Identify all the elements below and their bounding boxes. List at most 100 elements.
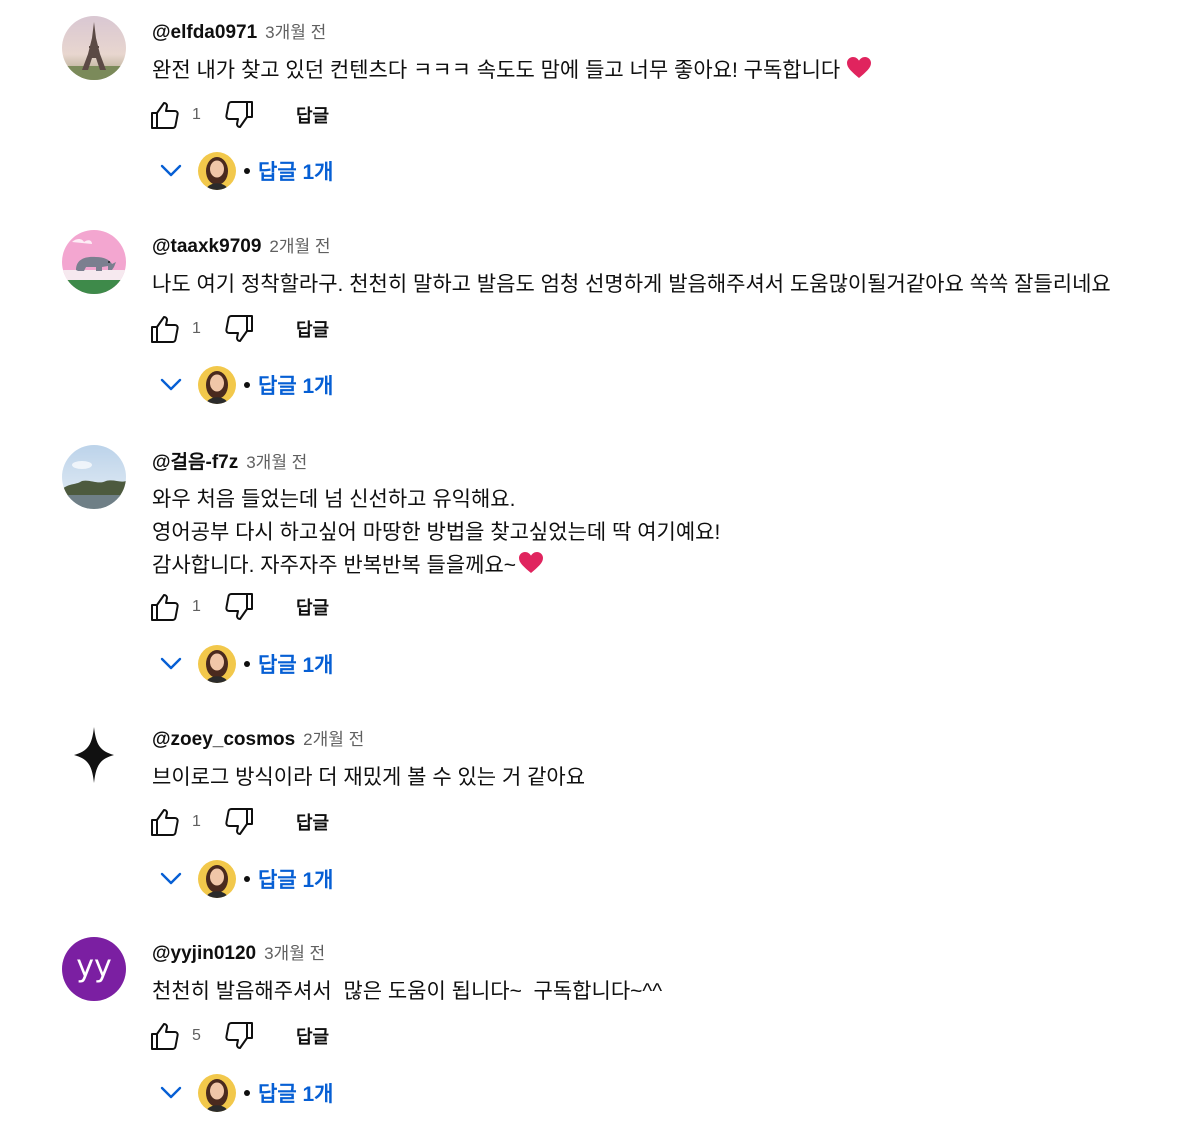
author-name[interactable]: @elfda0971 [152, 22, 257, 44]
author-avatar[interactable]: yy [62, 937, 126, 1001]
replies-count[interactable]: 답글 1개 [258, 864, 333, 894]
separator-dot [244, 168, 250, 174]
avatar-letters: yy [76, 949, 112, 984]
dislike-button[interactable] [222, 312, 256, 346]
comment-line: 영어공부 다시 하고싶어 마땅한 방법을 찾고싶었는데 딱 여기예요! [152, 521, 721, 544]
view-replies-button[interactable]: 답글 1개 [156, 858, 333, 900]
comment-line: 나도 여기 정착할라구. 천천히 말하고 발음도 엄청 선명하게 발음해주셔서 … [152, 273, 1111, 296]
thumbs-down-icon [225, 315, 253, 342]
author-name[interactable]: @taaxk9709 [152, 236, 261, 258]
eiffel-tower-avatar [62, 16, 126, 80]
creator-avatar [198, 152, 236, 190]
comment-thread: yy @yyjin0120 3개월 전 천천히 발음해주셔서 많은 도움이 됩니… [0, 921, 1202, 1131]
dislike-button[interactable] [222, 98, 256, 132]
comment-header: @elfda0971 3개월 전 [152, 18, 326, 44]
like-count: 1 [192, 813, 201, 830]
comment-text: 천천히 발음해주셔서 많은 도움이 됩니다~ 구독합니다~^^ [152, 975, 662, 1008]
like-count: 5 [192, 1027, 201, 1044]
like-count: 1 [192, 598, 201, 615]
comment-time[interactable]: 3개월 전 [246, 448, 307, 473]
creator-avatar [198, 645, 236, 683]
thumbs-up-icon [151, 809, 179, 836]
comment-time[interactable]: 2개월 전 [303, 725, 364, 750]
dislike-button[interactable] [222, 590, 256, 624]
comment-time[interactable]: 3개월 전 [264, 939, 325, 964]
author-name[interactable]: @걸음-f7z [152, 447, 238, 474]
view-replies-button[interactable]: 답글 1개 [156, 1072, 333, 1114]
author-name[interactable]: @zoey_cosmos [152, 729, 295, 751]
comment-header: @zoey_cosmos 2개월 전 [152, 725, 364, 751]
chevron-down-icon [156, 370, 186, 400]
thumbs-up-icon [151, 102, 179, 129]
comment-time[interactable]: 2개월 전 [269, 232, 330, 257]
author-avatar[interactable] [62, 723, 126, 787]
comment-line-with-heart: 감사합니다. 자주자주 반복반복 들을께요~ [152, 549, 720, 582]
like-button[interactable] [148, 98, 182, 132]
comment-header: @taaxk9709 2개월 전 [152, 232, 331, 258]
view-replies-button[interactable]: 답글 1개 [156, 150, 333, 192]
creator-avatar [198, 366, 236, 404]
author-avatar[interactable] [62, 230, 126, 294]
comment-text: 와우 처음 들었는데 넘 신선하고 유익해요. 영어공부 다시 하고싶어 마땅한… [152, 483, 720, 582]
like-button[interactable] [148, 590, 182, 624]
author-name[interactable]: @yyjin0120 [152, 943, 256, 965]
comment-actions: 5 답글 [148, 1018, 329, 1054]
landscape-avatar [62, 445, 126, 509]
view-replies-button[interactable]: 답글 1개 [156, 643, 333, 685]
like-button[interactable] [148, 1019, 182, 1053]
like-count: 1 [192, 320, 201, 337]
comment-thread: @taaxk9709 2개월 전 나도 여기 정착할라구. 천천히 말하고 발음… [0, 214, 1202, 424]
comment-actions: 1 답글 [148, 804, 329, 840]
replies-count[interactable]: 답글 1개 [258, 156, 333, 186]
comment-actions: 1 답글 [148, 311, 329, 347]
dislike-button[interactable] [222, 805, 256, 839]
reply-button[interactable]: 답글 [296, 316, 329, 342]
comment-thread: @걸음-f7z 3개월 전 와우 처음 들었는데 넘 신선하고 유익해요. 영어… [0, 429, 1202, 683]
comment-thread: @elfda0971 3개월 전 완전 내가 찾고 있던 컨텐츠다 ㅋㅋㅋ 속도… [0, 0, 1202, 210]
comment-text: 완전 내가 찾고 있던 컨텐츠다 ㅋㅋㅋ 속도도 맘에 들고 너무 좋아요! 구… [152, 54, 872, 87]
reply-button[interactable]: 답글 [296, 102, 329, 128]
sparkle-star-avatar [62, 723, 126, 787]
chevron-down-icon [156, 649, 186, 679]
separator-dot [244, 876, 250, 882]
replies-count[interactable]: 답글 1개 [258, 649, 333, 679]
comment-line: 천천히 발음해주셔서 많은 도움이 됩니다~ 구독합니다~^^ [152, 980, 663, 1003]
thumbs-down-icon [225, 593, 253, 620]
reply-button[interactable]: 답글 [296, 1023, 329, 1049]
comment-header: @yyjin0120 3개월 전 [152, 939, 325, 965]
creator-avatar [198, 1074, 236, 1112]
heart-icon [847, 57, 872, 78]
separator-dot [244, 382, 250, 388]
replies-count[interactable]: 답글 1개 [258, 1078, 333, 1108]
rhino-avatar [62, 230, 126, 294]
separator-dot [244, 661, 250, 667]
thumbs-up-icon [151, 316, 179, 343]
reply-button[interactable]: 답글 [296, 594, 329, 620]
heart-icon [519, 552, 544, 573]
author-avatar[interactable] [62, 445, 126, 509]
comment-actions: 1 답글 [148, 589, 329, 625]
comment-line: 브이로그 방식이라 더 재밌게 볼 수 있는 거 같아요 [152, 766, 586, 789]
thumbs-down-icon [225, 101, 253, 128]
comment-time[interactable]: 3개월 전 [265, 18, 326, 43]
thumbs-up-icon [151, 1023, 179, 1050]
view-replies-button[interactable]: 답글 1개 [156, 364, 333, 406]
reply-button[interactable]: 답글 [296, 809, 329, 835]
comment-line: 와우 처음 들었는데 넘 신선하고 유익해요. [152, 488, 516, 511]
comment-line: 완전 내가 찾고 있던 컨텐츠다 ㅋㅋㅋ 속도도 맘에 들고 너무 좋아요! 구… [152, 59, 841, 82]
comment-thread: @zoey_cosmos 2개월 전 브이로그 방식이라 더 재밌게 볼 수 있… [0, 707, 1202, 917]
author-avatar[interactable] [62, 16, 126, 80]
like-count: 1 [192, 106, 201, 123]
chevron-down-icon [156, 864, 186, 894]
comment-line: 감사합니다. 자주자주 반복반복 들을께요~ [152, 554, 517, 577]
comment-actions: 1 답글 [148, 97, 329, 133]
like-button[interactable] [148, 805, 182, 839]
chevron-down-icon [156, 1078, 186, 1108]
creator-avatar [198, 860, 236, 898]
like-button[interactable] [148, 312, 182, 346]
comment-text: 브이로그 방식이라 더 재밌게 볼 수 있는 거 같아요 [152, 761, 585, 794]
replies-count[interactable]: 답글 1개 [258, 370, 333, 400]
dislike-button[interactable] [222, 1019, 256, 1053]
thumbs-down-icon [225, 808, 253, 835]
thumbs-down-icon [225, 1022, 253, 1049]
